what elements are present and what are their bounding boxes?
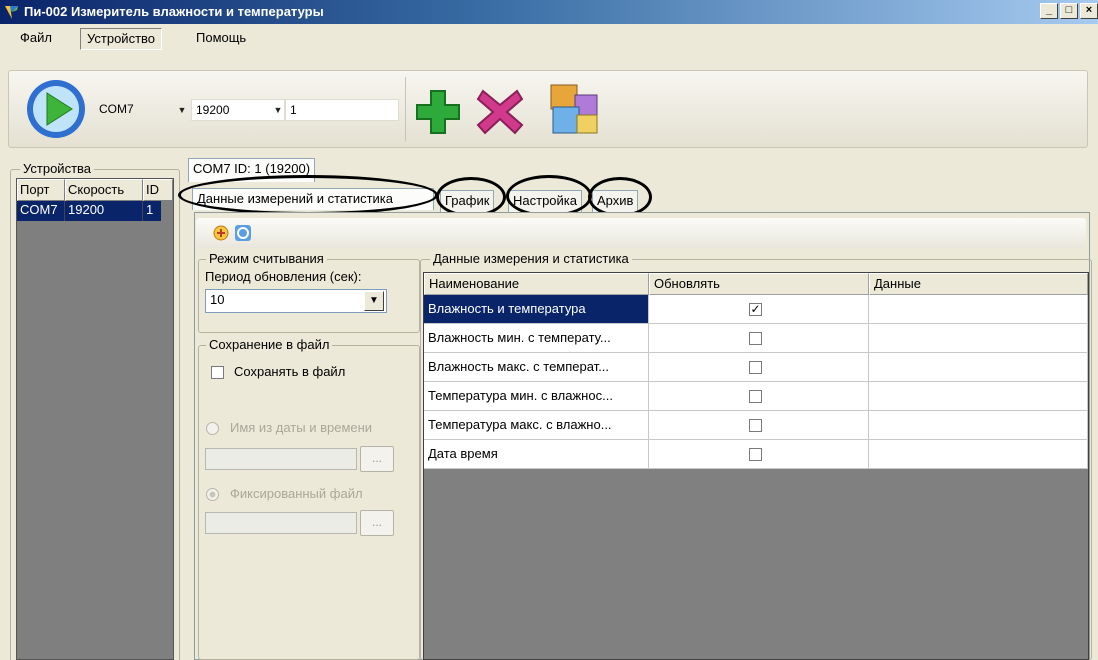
main-toolbar: COM7 ▼ 19200 ▼ 1 xyxy=(8,70,1088,148)
stats-row-name[interactable]: Влажность и температура xyxy=(424,295,649,324)
stats-row-data xyxy=(869,295,1088,324)
menu-device[interactable]: Устройство xyxy=(80,28,163,50)
radio-fixed-file[interactable] xyxy=(206,488,219,501)
stats-row-name[interactable]: Дата время xyxy=(424,440,649,469)
delete-icon[interactable] xyxy=(475,87,525,137)
refresh-star-icon[interactable] xyxy=(212,224,230,242)
stats-row-update-cell: ✓ xyxy=(649,295,869,324)
stats-row-name[interactable]: Температура макс. с влажно... xyxy=(424,411,649,440)
baud-value: 19200 xyxy=(196,103,230,117)
stats-row-update-checkbox[interactable] xyxy=(749,419,762,432)
stats-row-data xyxy=(869,353,1088,382)
baud-combo[interactable]: 19200 xyxy=(191,99,285,121)
toolbar-separator xyxy=(405,77,406,141)
port-value: COM7 xyxy=(99,102,134,116)
port-combo[interactable]: COM7 xyxy=(87,99,177,121)
sync-icon[interactable] xyxy=(234,224,252,242)
menu-file[interactable]: Файл xyxy=(14,28,58,50)
date-file-field[interactable] xyxy=(205,448,357,470)
devices-col-id[interactable]: ID xyxy=(143,179,173,201)
stats-row-data xyxy=(869,411,1088,440)
stats-row-update-cell xyxy=(649,324,869,353)
device-row-id[interactable]: 1 xyxy=(143,201,161,221)
address-value: 1 xyxy=(290,103,297,117)
stats-grid[interactable]: Наименование Обновлять Данные Влажность … xyxy=(423,272,1089,660)
save-group-label: Сохранение в файл xyxy=(206,337,333,352)
tab-measurements[interactable]: Данные измерений и статистика xyxy=(192,188,434,210)
port-dropdown-arrow[interactable]: ▼ xyxy=(177,99,187,121)
stats-col-name[interactable]: Наименование xyxy=(424,273,649,295)
stats-row-update-checkbox[interactable] xyxy=(749,332,762,345)
date-browse-button[interactable]: ... xyxy=(360,446,394,472)
fixed-browse-button[interactable]: ... xyxy=(360,510,394,536)
device-tab[interactable]: COM7 ID: 1 (19200) xyxy=(188,158,316,182)
window-title: Пи-002 Измеритель влажности и температур… xyxy=(24,4,324,19)
add-icon[interactable] xyxy=(413,87,463,137)
tab-graph[interactable]: График xyxy=(440,190,495,212)
device-row-speed[interactable]: 19200 xyxy=(65,201,143,221)
stats-group-label: Данные измерения и статистика xyxy=(430,251,632,266)
save-group xyxy=(198,345,420,660)
devices-col-port[interactable]: Порт xyxy=(17,179,65,201)
stats-row-update-checkbox[interactable]: ✓ xyxy=(749,303,762,316)
fixed-file-field[interactable] xyxy=(205,512,357,534)
menu-help[interactable]: Помощь xyxy=(190,28,252,50)
baud-dropdown-arrow[interactable]: ▼ xyxy=(273,99,283,121)
stats-col-data[interactable]: Данные xyxy=(869,273,1088,295)
stats-row-name[interactable]: Температура мин. с влажнос... xyxy=(424,382,649,411)
period-label: Период обновления (сек): xyxy=(205,269,362,284)
save-to-file-label: Сохранять в файл xyxy=(234,364,346,379)
app-window: Пи-002 Измеритель влажности и температур… xyxy=(0,0,1098,660)
close-button[interactable]: × xyxy=(1080,3,1098,19)
tab-settings[interactable]: Настройка xyxy=(508,190,582,212)
title-bar: Пи-002 Измеритель влажности и температур… xyxy=(0,0,1098,24)
stats-row-data xyxy=(869,440,1088,469)
stats-row-data xyxy=(869,324,1088,353)
save-to-file-checkbox[interactable] xyxy=(211,366,224,379)
address-field[interactable]: 1 xyxy=(285,99,399,121)
sub-toolbar xyxy=(196,218,1086,248)
radio-date-name-label: Имя из даты и времени xyxy=(230,420,373,435)
stats-row-update-cell xyxy=(649,353,869,382)
stats-row-update-checkbox[interactable] xyxy=(749,361,762,374)
stats-row-update-cell xyxy=(649,440,869,469)
device-row-port[interactable]: COM7 xyxy=(17,201,65,221)
stats-row-name[interactable]: Влажность мин. с температу... xyxy=(424,324,649,353)
menu-bar: Файл Устройство Помощь xyxy=(0,24,1098,52)
tab-archive[interactable]: Архив xyxy=(592,190,639,212)
read-mode-group-label: Режим считывания xyxy=(206,251,327,266)
radio-date-name[interactable] xyxy=(206,422,219,435)
stats-row-data xyxy=(869,382,1088,411)
maximize-button[interactable]: □ xyxy=(1060,3,1078,19)
devices-group-label: Устройства xyxy=(20,161,95,176)
app-icon xyxy=(5,6,18,19)
minimize-button[interactable]: _ xyxy=(1040,3,1058,19)
stats-row-update-checkbox[interactable] xyxy=(749,448,762,461)
stats-row-name[interactable]: Влажность макс. с температ... xyxy=(424,353,649,382)
stats-col-update[interactable]: Обновлять xyxy=(649,273,869,295)
stats-row-update-cell xyxy=(649,411,869,440)
period-dropdown-arrow[interactable]: ▼ xyxy=(364,291,384,311)
cubes-icon[interactable] xyxy=(545,79,605,139)
stats-row-update-checkbox[interactable] xyxy=(749,390,762,403)
devices-list[interactable]: Порт Скорость ID COM7 19200 1 xyxy=(16,178,174,660)
stats-row-update-cell xyxy=(649,382,869,411)
radio-fixed-file-label: Фиксированный файл xyxy=(230,486,363,501)
period-select[interactable]: 10 xyxy=(205,289,387,313)
play-icon[interactable] xyxy=(25,78,87,140)
period-value: 10 xyxy=(210,292,225,307)
devices-col-speed[interactable]: Скорость xyxy=(65,179,143,201)
